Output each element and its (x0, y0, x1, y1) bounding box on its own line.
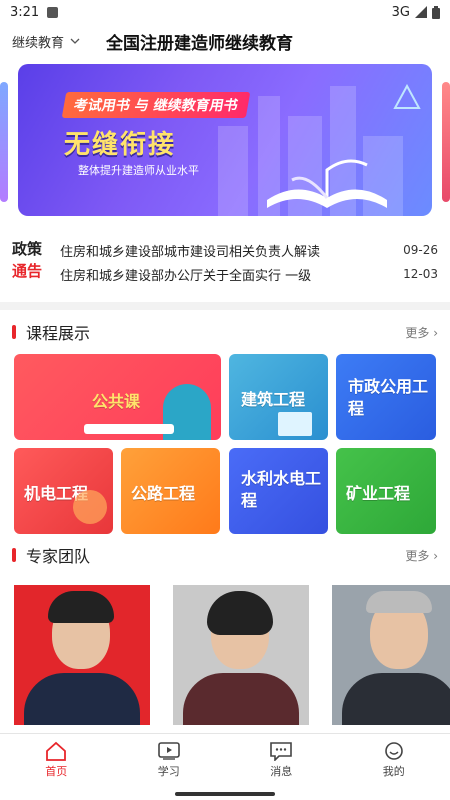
notice-item[interactable]: 住房和城乡建设部城市建设司相关负责人解读 09-26 (60, 238, 438, 262)
notification-icon (47, 6, 59, 18)
course-card-highway[interactable]: 公路工程 (121, 448, 220, 534)
category-selector[interactable]: 继续教育 (12, 32, 80, 51)
tab-label: 首页 (45, 765, 68, 778)
battery-icon (432, 5, 440, 19)
notice-date: 12-03 (403, 267, 438, 281)
expert-card[interactable] (14, 585, 150, 725)
expert-card[interactable] (332, 585, 450, 725)
signal-icon (415, 6, 427, 18)
more-label: 更多 (405, 548, 430, 563)
notice-logo: 政策 通告 (12, 238, 60, 282)
message-icon (270, 742, 293, 761)
course-label: 水利水电工程 (241, 469, 322, 510)
banner-headline: 无缝衔接 (64, 130, 177, 160)
status-bar: 3:21 3G (0, 0, 450, 24)
tab-study[interactable]: 学习 (113, 734, 226, 786)
home-icon (46, 741, 67, 761)
course-card-mechanical[interactable]: 机电工程 (14, 448, 113, 534)
expert-hair (207, 591, 273, 635)
section-title: 专家团队 (26, 547, 91, 566)
chevron-right-icon: › (433, 548, 438, 563)
chart-illustration (278, 412, 312, 436)
expert-hair (48, 591, 114, 623)
experts-section-header: 专家团队 更多 › (0, 533, 450, 577)
notice-logo-line2: 通告 (12, 262, 43, 280)
section-title: 课程展示 (26, 324, 91, 343)
course-card-building[interactable]: 建筑工程 (229, 354, 328, 440)
open-book-icon (267, 159, 387, 208)
experts-more-link[interactable]: 更多 › (405, 547, 438, 564)
expert-suit (342, 673, 450, 725)
gesture-nav-bar[interactable] (175, 792, 275, 796)
tab-label: 我的 (382, 765, 405, 778)
tab-messages[interactable]: 消息 (225, 734, 338, 786)
courses-more-link[interactable]: 更多 › (405, 324, 438, 341)
gear-illustration (73, 490, 107, 524)
course-label: 建筑工程 (241, 390, 306, 409)
notice-logo-line1: 政策 (12, 240, 43, 258)
section-marker (12, 325, 16, 339)
app-header: 继续教育 全国注册建造师继续教育 (0, 24, 450, 58)
section-divider (0, 302, 450, 310)
expert-card[interactable] (173, 585, 309, 725)
banner-subtitle: 整体提升建造师从业水平 (78, 164, 199, 177)
course-label: 矿业工程 (346, 484, 411, 503)
course-card-hydraulic[interactable]: 水利水电工程 (229, 448, 328, 534)
course-card-public[interactable]: 公共课 (14, 354, 221, 440)
chevron-right-icon: › (433, 325, 438, 340)
banner-next-peek[interactable] (442, 82, 450, 202)
course-card-municipal[interactable]: 市政公用工程 (336, 354, 436, 440)
notice-title: 住房和城乡建设部城市建设司相关负责人解读 (60, 244, 321, 260)
tab-profile[interactable]: 我的 (338, 734, 450, 786)
expert-list (0, 577, 450, 727)
policy-notice: 政策 通告 住房和城乡建设部城市建设司相关负责人解读 09-26 住房和城乡建设… (0, 224, 450, 298)
tab-home[interactable]: 首页 (0, 734, 113, 786)
notice-title: 住房和城乡建设部办公厅关于全面实行 一级 (60, 268, 312, 284)
expert-suit (24, 673, 140, 725)
tab-label: 消息 (270, 765, 293, 778)
courses-section-header: 课程展示 更多 › (0, 310, 450, 354)
desk-illustration (84, 424, 174, 434)
selector-label: 继续教育 (12, 35, 65, 51)
section-marker (12, 548, 16, 562)
banner-slide[interactable]: 考试用书 与 继续教育用书 无缝衔接 整体提升建造师从业水平 (18, 64, 432, 216)
tab-label: 学习 (157, 765, 180, 778)
network-label: 3G (391, 4, 410, 20)
banner-tag: 考试用书 与 继续教育用书 (61, 92, 251, 118)
course-label: 市政公用工程 (348, 377, 429, 418)
status-time: 3:21 (10, 4, 40, 20)
banner-carousel[interactable]: 考试用书 与 继续教育用书 无缝衔接 整体提升建造师从业水平 (0, 64, 450, 224)
video-play-icon (157, 742, 180, 760)
triangle-icon (393, 84, 421, 109)
course-grid: 公共课 建筑工程 市政公用工程 机电工程 公路工程 水利水电工程 矿业工程 (0, 354, 450, 539)
notice-date: 09-26 (403, 243, 438, 257)
bottom-tab-bar: 首页 学习 消息 我的 (0, 733, 450, 786)
page-title: 全国注册建造师继续教育 (106, 33, 294, 54)
more-label: 更多 (405, 325, 430, 340)
expert-hair (366, 591, 432, 613)
smiley-icon (384, 742, 403, 760)
course-label: 公共课 (92, 392, 141, 411)
course-label: 公路工程 (131, 484, 196, 503)
course-card-mining[interactable]: 矿业工程 (336, 448, 436, 534)
notice-item[interactable]: 住房和城乡建设部办公厅关于全面实行 一级 12-03 (60, 262, 438, 286)
chevron-down-icon (70, 38, 80, 44)
expert-suit (183, 673, 299, 725)
banner-prev-peek[interactable] (0, 82, 8, 202)
